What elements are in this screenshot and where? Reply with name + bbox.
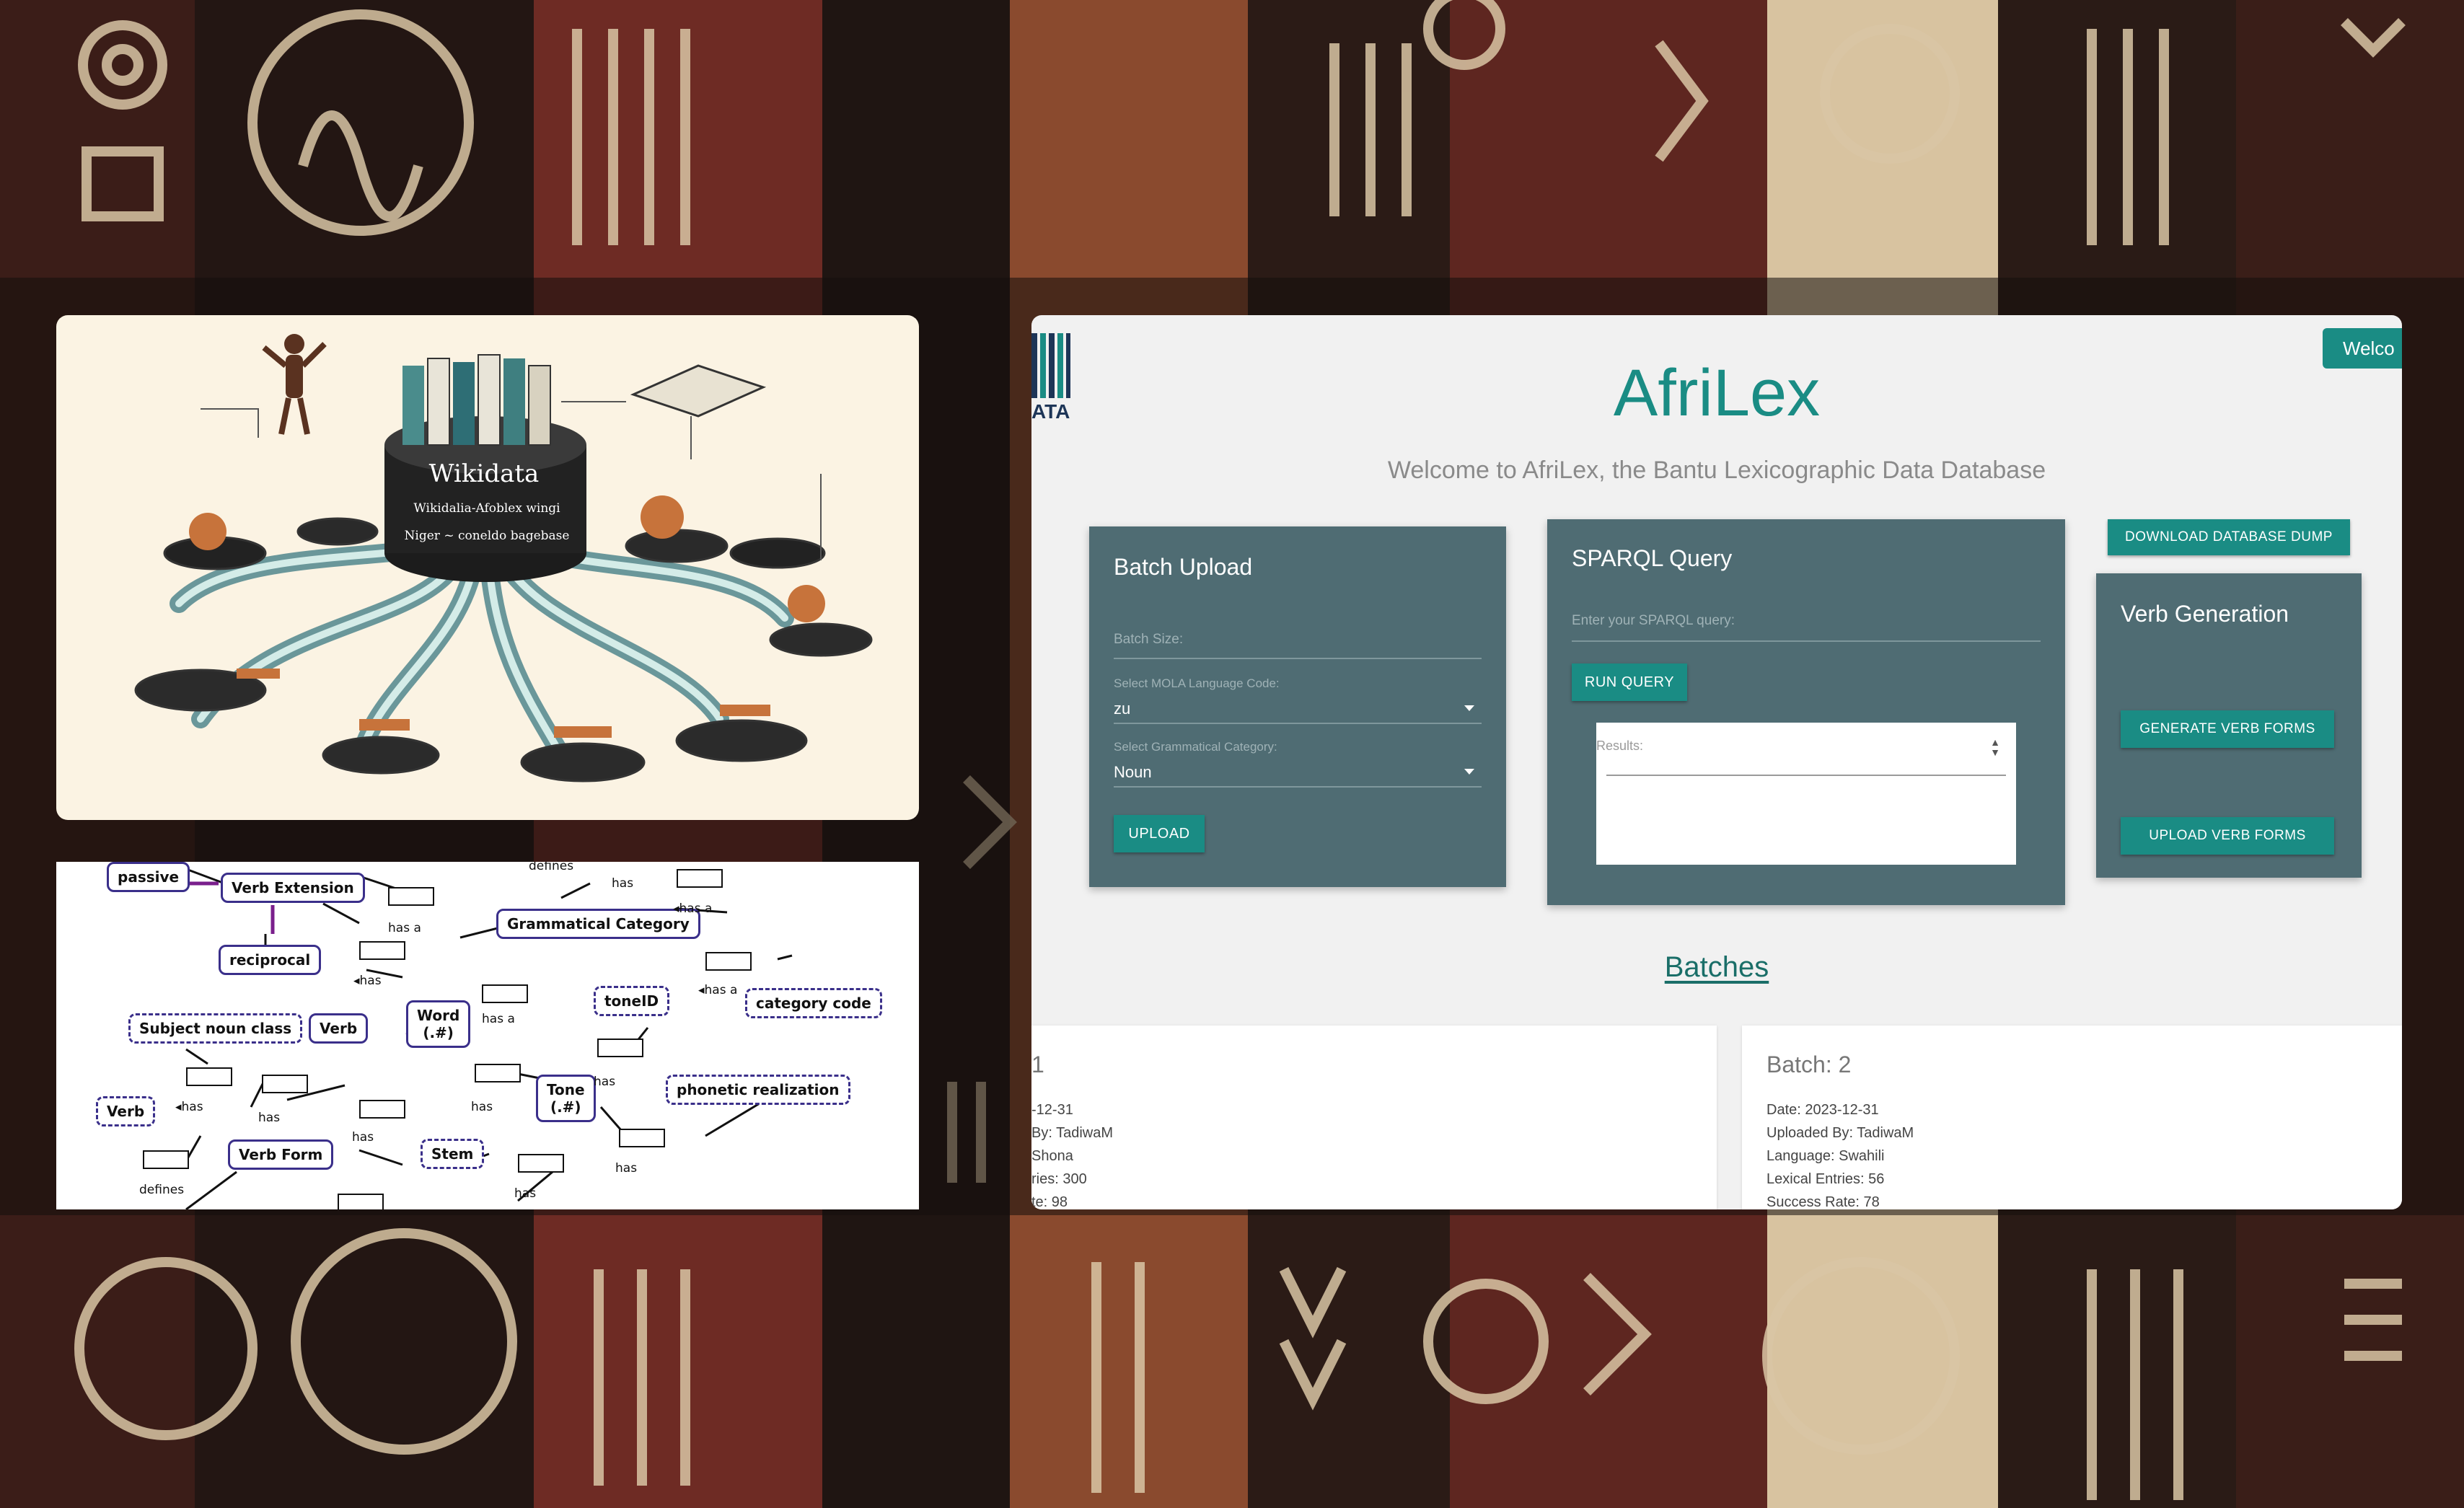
language-code-label: Select MOLA Language Code: <box>1114 676 1280 690</box>
edge-label-has-a: has a <box>388 921 421 935</box>
edge-label-has: ◂has <box>353 974 382 988</box>
connector-slot <box>475 1064 521 1083</box>
batch-date: -12-31 <box>1031 1102 1073 1118</box>
batch-language: Language: Swahili <box>1766 1148 1885 1164</box>
connector-slot <box>619 1129 665 1147</box>
batch-upload-card: Batch Upload Batch Size: Select MOLA Lan… <box>1089 526 1506 887</box>
batch-title: 1 <box>1031 1051 1044 1077</box>
sparql-title: SPARQL Query <box>1572 545 1733 571</box>
node-subject-noun-class: Subject noun class <box>128 1013 303 1044</box>
edge-label-has: has <box>352 1130 374 1145</box>
run-query-button[interactable]: RUN QUERY <box>1572 663 1687 701</box>
batch-size-input[interactable]: Batch Size: <box>1114 620 1482 659</box>
wikidata-illustration: Wikidata Wikidalia-Afoblex wingi Niger ~… <box>56 315 919 820</box>
connector-slot <box>388 887 434 906</box>
node-tone: Tone (.#) <box>536 1075 596 1122</box>
connector-slot <box>597 1039 643 1057</box>
wikidata-ribbon-1: Wikidalia-Afoblex wingi <box>413 501 560 516</box>
language-code-value: zu <box>1114 700 1131 718</box>
edge-label-has: has <box>612 876 634 891</box>
connector-slot <box>518 1154 564 1173</box>
chevron-down-icon <box>1464 705 1474 711</box>
results-label: Results: <box>1596 738 1644 753</box>
grammatical-category-select[interactable]: Select Grammatical Category: Noun <box>1114 740 1482 788</box>
grammatical-category-value: Noun <box>1114 763 1152 781</box>
node-phonetic-realization: phonetic realization <box>666 1075 850 1105</box>
connector-slot <box>338 1194 384 1209</box>
edge-label-has: ◂has <box>175 1100 203 1114</box>
sparql-query-input[interactable]: Enter your SPARQL query: <box>1572 600 2041 642</box>
download-database-dump-button[interactable]: DOWNLOAD DATABASE DUMP <box>2108 519 2350 555</box>
connector-slot <box>143 1150 189 1169</box>
batch-uploaded-by: Uploaded By: TadiwaM <box>1766 1125 1914 1141</box>
node-verb-extension: Verb Extension <box>221 873 365 903</box>
batch-size-placeholder: Batch Size: <box>1114 632 1184 647</box>
batch-language: Shona <box>1031 1148 1073 1164</box>
edge-label-has: has <box>471 1100 493 1114</box>
generate-verb-forms-button[interactable]: GENERATE VERB FORMS <box>2121 710 2334 748</box>
batch-date: Date: 2023-12-31 <box>1766 1102 1879 1118</box>
verb-generation-title: Verb Generation <box>2121 601 2289 627</box>
afrilex-app-window: ATA Welco AfriLex Welcome to AfriLex, th… <box>1031 315 2402 1209</box>
connector-slot <box>359 941 405 960</box>
batch-entries: Lexical Entries: 56 <box>1766 1171 1885 1187</box>
spinner-arrows-icon[interactable]: ▲ ▼ <box>1990 737 2000 757</box>
batch-card-1[interactable]: 1 -12-31 By: TadiwaM Shona ries: 300 te:… <box>1031 1026 1717 1209</box>
grammatical-category-label: Select Grammatical Category: <box>1114 740 1277 754</box>
node-verb-small: Verb <box>96 1096 156 1126</box>
node-stem: Stem <box>421 1139 485 1169</box>
batch-entries: ries: 300 <box>1031 1171 1087 1187</box>
batch-success-rate: te: 98 <box>1031 1194 1068 1209</box>
batch-upload-title: Batch Upload <box>1114 554 1253 580</box>
connector-slot <box>677 869 723 888</box>
edge-label-has: has <box>615 1161 638 1176</box>
wikidata-ribbon-2: Niger ~ coneldo bagebase <box>404 529 570 543</box>
edge-label-defines: defines <box>529 862 574 873</box>
batch-card-2[interactable]: Batch: 2 Date: 2023-12-31 Uploaded By: T… <box>1742 1026 2402 1209</box>
page-subtitle: Welcome to AfriLex, the Bantu Lexicograp… <box>1387 457 2046 484</box>
connector-slot <box>482 984 528 1003</box>
node-verb: Verb <box>309 1013 369 1044</box>
wikidata-network-artwork <box>134 334 873 782</box>
language-code-select[interactable]: Select MOLA Language Code: zu <box>1114 676 1482 724</box>
sparql-query-placeholder: Enter your SPARQL query: <box>1572 613 1735 628</box>
node-toneid: toneID <box>594 986 670 1016</box>
ontology-diagram: passive Verb Extension reciprocal Gramma… <box>56 862 919 1209</box>
batch-uploaded-by: By: TadiwaM <box>1031 1125 1114 1141</box>
batch-title: Batch: 2 <box>1766 1051 1852 1077</box>
node-passive: passive <box>107 862 190 892</box>
connector-slot <box>705 952 752 971</box>
connector-slot <box>359 1100 405 1119</box>
node-category-code: category code <box>745 988 882 1018</box>
edge-label-has: has <box>258 1111 281 1125</box>
chevron-down-icon <box>1464 769 1474 775</box>
node-word: Word (.#) <box>406 1000 471 1048</box>
wikidata-label: Wikidata <box>428 459 540 488</box>
sparql-query-card: SPARQL Query Enter your SPARQL query: RU… <box>1547 519 2065 905</box>
node-reciprocal: reciprocal <box>219 945 322 975</box>
node-grammatical-category: Grammatical Category <box>496 909 700 939</box>
edge-label-has: has <box>594 1075 616 1089</box>
edge-label-has: ◂has a <box>673 901 713 916</box>
batches-heading-link[interactable]: Batches <box>1031 951 2402 984</box>
edge-label-has-a: has a <box>482 1012 515 1026</box>
edge-label-has: has <box>514 1186 537 1201</box>
batch-success-rate: Success Rate: 78 <box>1766 1194 1880 1209</box>
verb-generation-card: Verb Generation GENERATE VERB FORMS UPLO… <box>2096 573 2362 878</box>
page-title: AfriLex <box>1613 356 1821 430</box>
node-verb-form: Verb Form <box>228 1139 334 1170</box>
connector-slot <box>186 1067 232 1086</box>
edge-label-has: ◂has a <box>698 983 738 997</box>
upload-button[interactable]: UPLOAD <box>1114 815 1205 852</box>
upload-verb-forms-button[interactable]: UPLOAD VERB FORMS <box>2121 817 2334 855</box>
results-textarea[interactable]: Results: ▲ ▼ <box>1596 723 2016 865</box>
results-underline <box>1606 775 2006 776</box>
edge-label-defines: defines <box>139 1183 185 1197</box>
connector-slot <box>262 1075 308 1093</box>
